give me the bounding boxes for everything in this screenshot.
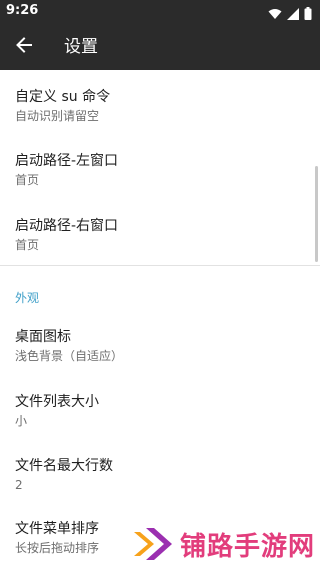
settings-list: 自定义 su 命令 自动识别请留空 启动路径-左窗口 首页 启动路径-右窗口 首… (0, 70, 320, 569)
pref-start-path-left[interactable]: 启动路径-左窗口 首页 (15, 152, 304, 188)
pref-summary: 首页 (15, 173, 40, 187)
back-button[interactable] (12, 35, 36, 59)
pref-title: 文件名最大行数 (15, 458, 113, 474)
cellular-signal-icon (287, 5, 299, 24)
pref-desktop-icon[interactable]: 桌面图标 浅色背景（自适应） (15, 328, 304, 364)
battery-icon (304, 5, 312, 24)
pref-title: 启动路径-左窗口 (15, 153, 119, 169)
pref-summary: 小 (15, 414, 28, 428)
watermark-logo-icon (130, 522, 176, 566)
pref-summary: 浅色背景（自适应） (15, 349, 124, 363)
pref-summary: 2 (15, 478, 23, 492)
pref-filename-max-lines[interactable]: 文件名最大行数 2 (15, 457, 304, 493)
category-appearance: 外观 (15, 291, 40, 305)
pref-title: 文件列表大小 (15, 394, 99, 410)
watermark-text: 铺路手游网 (180, 531, 316, 562)
wifi-icon (268, 5, 282, 24)
app-bar: 设置 (0, 24, 320, 70)
pref-title: 自定义 su 命令 (15, 89, 111, 105)
pref-summary: 首页 (15, 238, 40, 252)
pref-file-list-size[interactable]: 文件列表大小 小 (15, 393, 304, 429)
arrow-back-icon (15, 36, 33, 58)
status-time: 9:26 (6, 3, 39, 18)
pref-custom-su-command[interactable]: 自定义 su 命令 自动识别请留空 (15, 88, 304, 124)
status-bar: 9:26 (0, 0, 320, 24)
pref-summary: 自动识别请留空 (15, 109, 100, 123)
status-icons (268, 5, 312, 24)
scrollbar-thumb[interactable] (315, 166, 318, 262)
section-divider (0, 265, 320, 266)
pref-title: 启动路径-右窗口 (15, 218, 119, 234)
page-title: 设置 (64, 37, 98, 57)
watermark: 铺路手游网 (120, 519, 320, 569)
pref-title: 桌面图标 (15, 329, 71, 345)
pref-start-path-right[interactable]: 启动路径-右窗口 首页 (15, 217, 304, 253)
